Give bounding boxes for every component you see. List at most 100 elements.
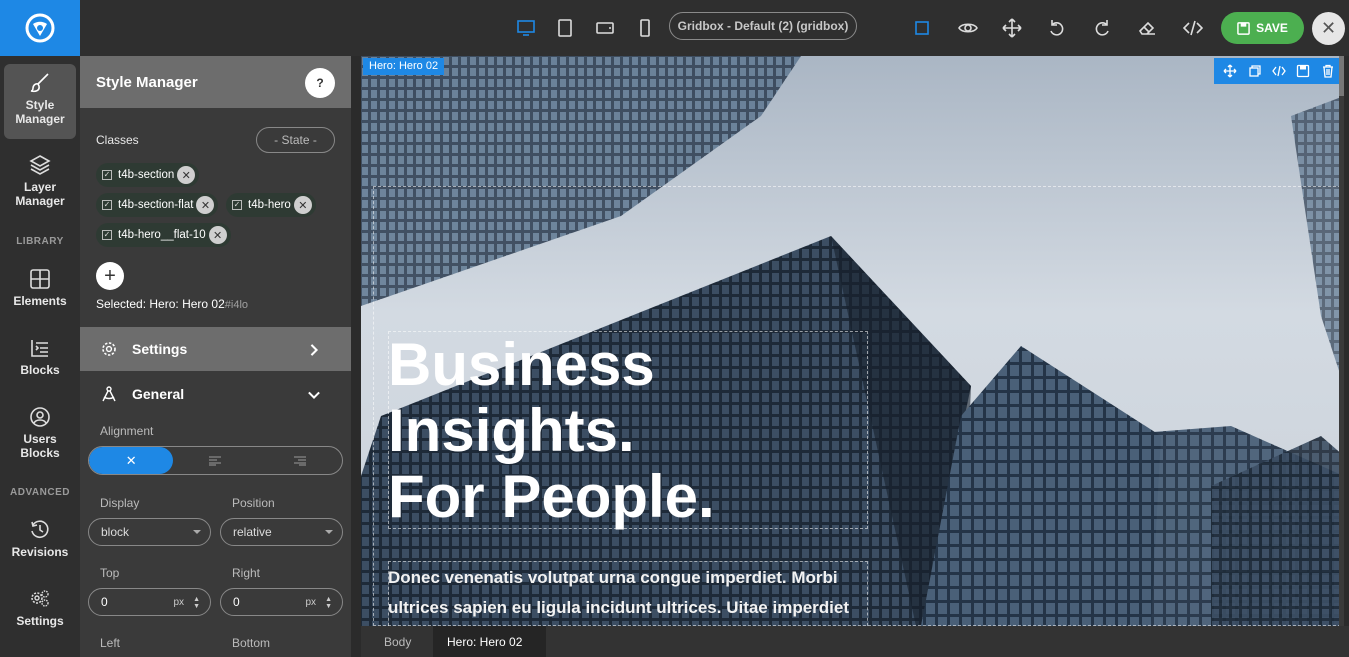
tag-label: t4b-hero <box>248 199 291 211</box>
nav-blocks[interactable]: Blocks <box>4 337 76 387</box>
remove-tag-icon[interactable]: ✕ <box>293 196 312 214</box>
editor-canvas[interactable]: Business Insights. For People. Donec ven… <box>361 56 1344 626</box>
hero-lead-text[interactable]: Donec venenatis volutpat urna congue imp… <box>388 563 858 623</box>
class-tag[interactable]: ✓ t4b-hero ✕ <box>226 193 316 217</box>
style-manager-panel: Style Manager ? Classes - State - ✓ t4b-… <box>80 56 351 657</box>
remove-tag-icon[interactable]: ✕ <box>208 226 227 244</box>
canvas-scrollbar[interactable] <box>1339 56 1344 626</box>
class-tag[interactable]: ✓ t4b-section-flat ✕ <box>96 193 219 217</box>
display-label: Display <box>100 496 140 510</box>
nav-label: Blocks <box>20 363 60 377</box>
blocks-icon <box>31 340 48 357</box>
nav-users-blocks[interactable]: Users Blocks <box>4 406 76 466</box>
close-button[interactable]: ✕ <box>1312 12 1345 45</box>
user-icon <box>30 407 50 427</box>
display-value: block <box>101 525 130 539</box>
trash-icon[interactable] <box>1321 64 1335 78</box>
preview-icon[interactable] <box>954 14 982 42</box>
scrollbar-thumb[interactable] <box>1339 56 1344 96</box>
alignment-control: ✕ <box>88 446 343 475</box>
breadcrumb-hero[interactable]: Hero: Hero 02 <box>433 626 546 657</box>
top-toolbar: Gridbox - Default (2) (gridbox) SAVE ✕ <box>0 0 1349 56</box>
save-block-icon[interactable] <box>1296 64 1310 78</box>
class-tag[interactable]: ✓ t4b-hero__flat-10 ✕ <box>96 223 231 247</box>
layers-icon <box>29 155 51 175</box>
chevron-down-icon <box>308 391 320 400</box>
code-icon[interactable] <box>1179 14 1207 42</box>
stepper-icon[interactable]: ▲ ▼ <box>325 596 332 610</box>
phone-icon[interactable] <box>631 14 659 42</box>
nav-section-advanced: ADVANCED <box>10 487 70 498</box>
align-right-option[interactable] <box>258 447 342 474</box>
right-input[interactable]: 0 px ▲ ▼ <box>220 588 343 616</box>
bottom-label: Bottom <box>232 636 271 650</box>
remove-tag-icon[interactable]: ✕ <box>196 196 215 214</box>
duplicate-icon[interactable] <box>1248 64 1262 78</box>
right-unit[interactable]: px <box>305 597 316 608</box>
checkbox-icon[interactable]: ✓ <box>232 200 242 210</box>
nav-label: Users Blocks <box>20 432 60 460</box>
move-icon[interactable] <box>998 14 1026 42</box>
settings-section-header[interactable]: Settings <box>80 327 351 371</box>
theme-selector[interactable]: Gridbox - Default (2) (gridbox) <box>669 12 857 40</box>
checkbox-icon[interactable]: ✓ <box>102 170 112 180</box>
checkbox-icon[interactable]: ✓ <box>102 230 112 240</box>
move-icon[interactable] <box>1223 64 1237 78</box>
top-unit[interactable]: px <box>173 597 184 608</box>
left-navigation: Style Manager Layer Manager LIBRARY Elem… <box>0 56 80 657</box>
state-selector[interactable]: - State - <box>256 127 335 153</box>
compass-icon <box>102 386 116 402</box>
save-label: SAVE <box>1256 21 1288 35</box>
nav-style-manager[interactable]: Style Manager <box>4 64 76 139</box>
top-label: Top <box>100 566 120 580</box>
class-tag[interactable]: ✓ t4b-section ✕ <box>96 163 200 187</box>
checkbox-icon[interactable]: ✓ <box>102 200 112 210</box>
general-section-header[interactable]: General <box>80 372 351 416</box>
breadcrumb: Body Hero: Hero 02 <box>361 626 1349 657</box>
app-window: Gridbox - Default (2) (gridbox) SAVE ✕ S… <box>0 0 1349 657</box>
general-label: General <box>132 386 185 402</box>
nav-label: Elements <box>13 294 67 308</box>
gears-icon <box>31 590 49 607</box>
redo-icon[interactable] <box>1088 14 1116 42</box>
align-none-option[interactable]: ✕ <box>89 447 174 474</box>
element-toolbar <box>1214 58 1344 84</box>
help-button[interactable]: ? <box>305 68 335 98</box>
display-select[interactable]: block <box>88 518 211 546</box>
nav-layer-manager[interactable]: Layer Manager <box>4 154 76 216</box>
history-icon <box>31 520 49 538</box>
gear-icon <box>102 342 116 356</box>
chevron-right-icon <box>310 344 319 356</box>
right-label: Right <box>232 566 261 580</box>
nav-settings[interactable]: Settings <box>4 588 76 638</box>
save-button[interactable]: SAVE <box>1221 12 1304 44</box>
breadcrumb-separator <box>421 626 433 657</box>
tablet-icon[interactable] <box>551 14 579 42</box>
hero-headline[interactable]: Business Insights. For People. <box>388 332 858 530</box>
top-input[interactable]: 0 px ▲ ▼ <box>88 588 211 616</box>
desktop-icon[interactable] <box>512 14 540 42</box>
code-icon[interactable] <box>1272 64 1286 78</box>
panel-header: Style Manager ? <box>80 56 351 108</box>
nav-label: Style Manager <box>15 98 65 126</box>
eraser-icon[interactable] <box>1133 14 1161 42</box>
remove-tag-icon[interactable]: ✕ <box>177 166 196 184</box>
nav-label: Settings <box>16 614 64 628</box>
nav-elements[interactable]: Elements <box>4 268 76 318</box>
headline-line: Insights. <box>388 397 635 464</box>
grid-icon <box>30 269 50 289</box>
nav-section-library: LIBRARY <box>16 236 64 247</box>
brush-icon <box>30 73 49 93</box>
select-icon[interactable] <box>908 14 936 42</box>
headline-line: Business <box>388 331 655 398</box>
gridbox-logo[interactable] <box>0 0 80 56</box>
position-select[interactable]: relative <box>220 518 343 546</box>
stepper-icon[interactable]: ▲ ▼ <box>193 596 200 610</box>
caret-down-icon <box>325 530 333 534</box>
undo-icon[interactable] <box>1043 14 1071 42</box>
align-left-option[interactable] <box>173 447 257 474</box>
add-class-button[interactable]: + <box>96 262 124 290</box>
tablet-landscape-icon[interactable] <box>591 14 619 42</box>
nav-revisions[interactable]: Revisions <box>4 519 76 569</box>
selected-id: #i4lo <box>224 299 249 311</box>
